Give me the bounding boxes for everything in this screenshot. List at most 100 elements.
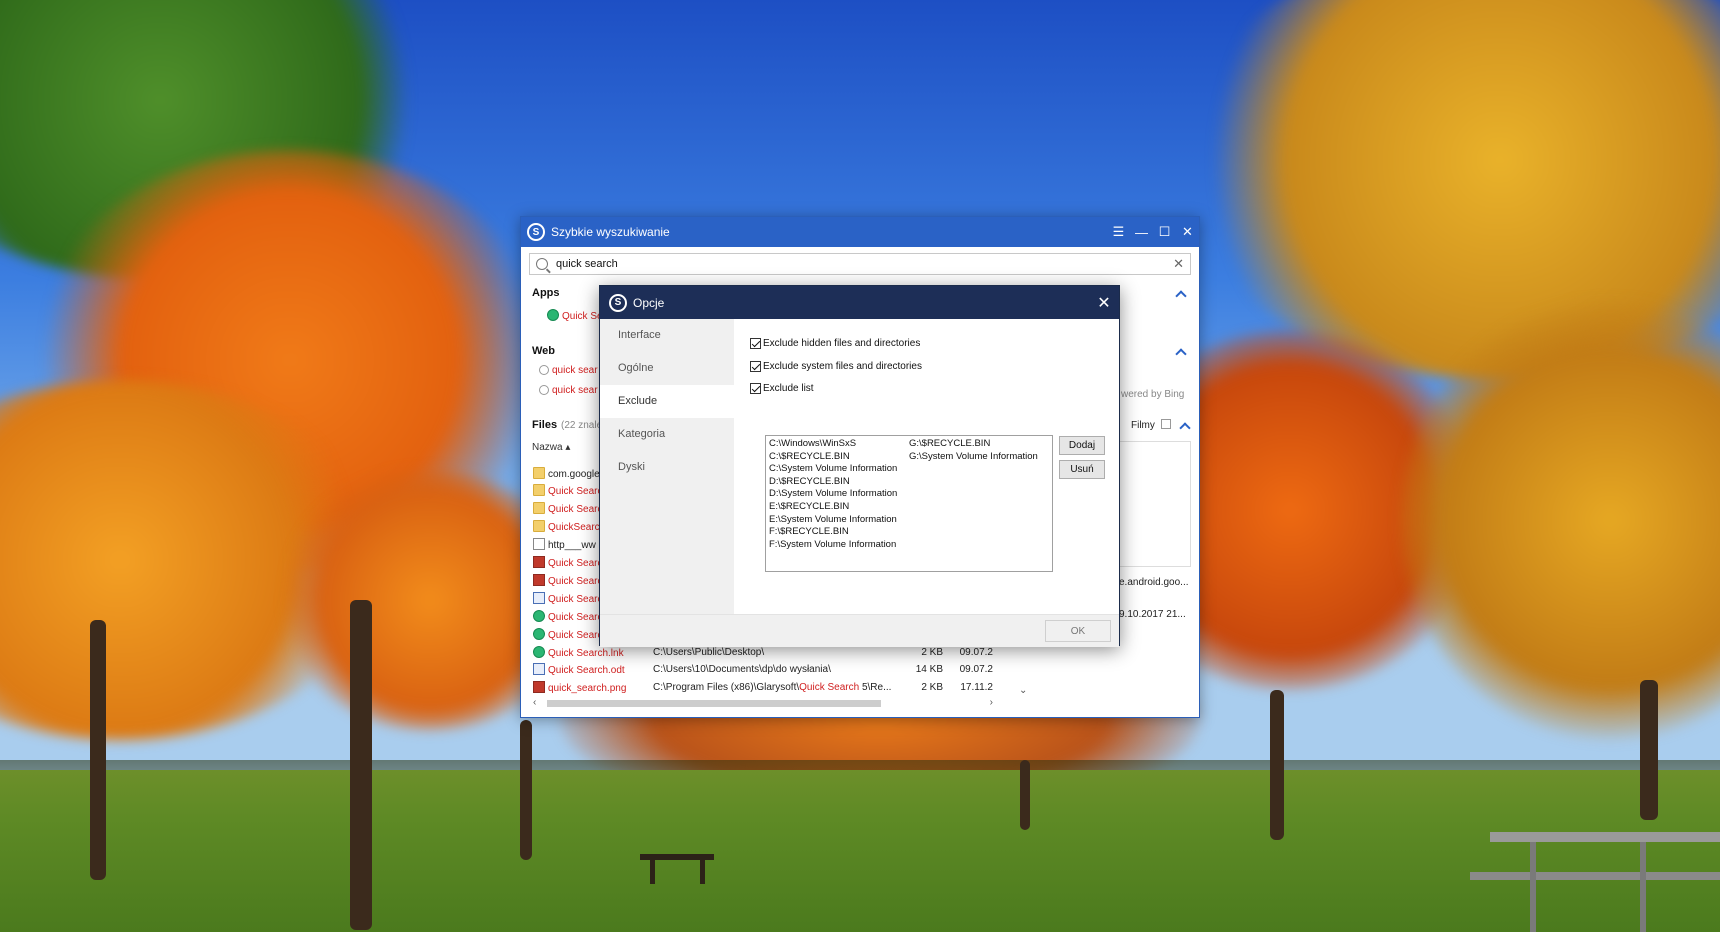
document-icon [533,591,545,604]
window-titlebar[interactable]: S Szybkie wyszukiwanie ☰ — ☐ ✕ [521,217,1199,247]
exclude-hidden-checkbox[interactable] [750,338,761,349]
files-count: (22 znale [561,420,603,431]
image-icon [533,556,545,568]
app-logo-icon: S [527,223,545,241]
collapse-apps-icon[interactable] [1175,290,1187,302]
file-path: C:\Users\Public\Desktop\ [653,646,765,658]
file-name-cell: Quick Search.lnk [533,645,653,659]
web-result-item[interactable]: quick sear [539,365,598,376]
horizontal-scrollbar[interactable]: ‹ › [533,697,993,709]
column-header-name[interactable]: Nazwa ▴ [532,442,570,453]
exclude-list-label: Exclude list [763,383,814,394]
file-name: Quick Searc [548,575,603,587]
app-logo-icon: S [609,293,627,312]
preview-name: e.android.goo... [1119,577,1189,588]
file-result-row[interactable]: Quick Search.odt C:\Users\10\Documents\dp… [533,662,993,678]
nav-item-category[interactable]: Kategoria [600,418,734,451]
dialog-titlebar[interactable]: S Opcje ✕ [600,286,1119,319]
web-search-icon [539,385,549,395]
exclude-list-checkbox[interactable] [750,383,761,394]
web-result-label: quick sear [552,365,598,376]
app-icon [547,309,559,321]
nav-item-general[interactable]: Ogólne [600,352,734,385]
file-name: com.google [548,468,600,480]
apps-heading: Apps [532,287,560,299]
file-name: Quick Search.odt [548,665,625,677]
file-path-highlight: Quick Search [799,682,860,694]
file-result-row[interactable]: quick_search.png C:\Program Files (x86)\G… [533,680,993,696]
menu-icon[interactable]: ☰ [1107,217,1130,247]
scroll-left-icon[interactable]: ‹ [533,697,536,708]
nav-item-interface[interactable]: Interface [600,319,734,352]
scroll-down-icon[interactable]: ⌄ [1019,685,1027,696]
file-name: Quick Searc [548,611,603,623]
preview-date: 9.10.2017 21... [1119,609,1186,620]
exclude-list-column: G:\$RECYCLE.BIN G:\System Volume Informat… [909,438,1049,569]
ok-button[interactable]: OK [1045,620,1111,642]
exclude-settings-panel: Exclude hidden files and directories Exc… [734,319,1119,614]
exclude-system-option[interactable]: Exclude system files and directories [750,361,922,372]
exclude-list-entry[interactable]: D:\System Volume Information [769,488,909,501]
scrollbar-thumb[interactable] [547,700,881,707]
nav-item-exclude[interactable]: Exclude [600,385,734,418]
search-input[interactable] [556,258,1174,270]
folder-icon [533,520,545,533]
file-date: 17.11.2 [960,682,993,694]
dialog-close-icon[interactable]: ✕ [1089,293,1119,313]
exclude-list-option[interactable]: Exclude list [750,383,814,394]
web-result-label: quick sear [552,385,598,396]
exclude-hidden-option[interactable]: Exclude hidden files and directories [750,338,920,349]
exclude-list-entry[interactable]: C:\System Volume Information [769,463,909,476]
nav-item-drives[interactable]: Dyski [600,451,734,484]
exclude-list-box[interactable]: C:\Windows\WinSxS C:\$RECYCLE.BIN C:\Syste… [765,435,1053,572]
exclude-list-entry[interactable]: G:\System Volume Information [909,451,1049,464]
file-path-suffix: 5\Re... [859,682,892,694]
file-name-cell: Quick Search.odt [533,663,653,676]
exclude-list-column: C:\Windows\WinSxS C:\$RECYCLE.BIN C:\Syste… [769,438,909,569]
search-box[interactable]: ✕ [529,253,1191,275]
web-heading: Web [532,345,556,357]
collapse-files-icon[interactable] [1179,422,1191,434]
add-exclusion-button[interactable]: Dodaj [1059,436,1105,455]
exclude-system-checkbox[interactable] [750,361,761,372]
close-icon[interactable]: ✕ [1176,217,1199,247]
exclude-list-entry[interactable]: F:\$RECYCLE.BIN [769,526,909,539]
clear-search-icon[interactable]: ✕ [1173,256,1184,272]
collapse-web-icon[interactable] [1175,348,1187,360]
file-path-prefix: C:\Program Files (x86)\Glarysoft\ [653,682,800,694]
file-name: http___ww [548,540,596,552]
web-search-icon [539,365,549,375]
edit-filter-icon[interactable] [1161,419,1171,429]
folder-icon [533,466,545,479]
image-icon [533,681,545,694]
minimize-icon[interactable]: — [1130,217,1153,247]
file-path: C:\Users\10\Documents\dp\do wysłania\ [653,664,831,676]
folder-icon [533,502,545,515]
file-name: Quick Search.lnk [548,647,624,659]
file-size: 2 KB [921,682,943,694]
options-dialog: S Opcje ✕ Interface Ogólne Exclude Kateg… [599,285,1120,647]
document-icon [533,663,545,676]
exclude-list-entry[interactable]: D:\$RECYCLE.BIN [769,476,909,489]
file-name-cell: quick_search.png [533,681,653,694]
files-heading: Files [532,419,558,431]
exclude-list-entry[interactable]: E:\$RECYCLE.BIN [769,501,909,514]
exclude-list-entry[interactable]: C:\Windows\WinSxS [769,438,909,451]
file-size: 14 KB [915,664,943,676]
web-result-item[interactable]: quick sear [539,385,598,396]
file-name: QuickSearch [548,522,606,534]
app-icon [533,645,545,658]
exclude-list-entry[interactable]: G:\$RECYCLE.BIN [909,438,1049,451]
exclude-list-entry[interactable]: C:\$RECYCLE.BIN [769,451,909,464]
maximize-icon[interactable]: ☐ [1153,217,1176,247]
file-size: 2 KB [921,646,943,658]
remove-exclusion-button[interactable]: Usuń [1059,460,1105,479]
file-name: quick_search.png [548,683,627,695]
scroll-right-icon[interactable]: › [990,697,993,708]
file-date: 09.07.2 [959,646,993,658]
app-icon [533,609,545,622]
exclude-list-entry[interactable]: F:\System Volume Information [769,539,909,552]
files-filter[interactable]: Filmy [1131,420,1155,431]
exclude-list-entry[interactable]: E:\System Volume Information [769,514,909,527]
file-name: Quick Searc [548,486,603,498]
